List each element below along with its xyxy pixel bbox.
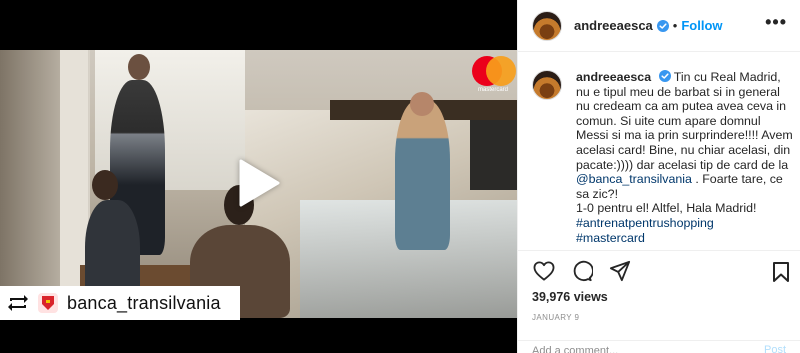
scene-person (395, 100, 450, 250)
view-count[interactable]: 39,976 views (532, 290, 608, 304)
scene-person-head (128, 54, 150, 80)
more-options-button[interactable]: ••• (765, 12, 787, 33)
repost-username: banca_transilvania (67, 292, 221, 313)
mastercard-logo: mastercard (470, 56, 516, 96)
repost-icon (6, 291, 30, 315)
caption-text: 1-0 pentru el! Altfel, Hala Madrid! (576, 201, 757, 216)
post-date[interactable]: JANUARY 9 (532, 313, 579, 322)
play-button[interactable] (231, 155, 287, 211)
verified-badge-icon (656, 19, 669, 32)
post-comment-button[interactable]: Post (764, 340, 786, 353)
comment-input[interactable]: Add a comment... (518, 340, 800, 353)
caption-area: andreeaesca Tin cu Real Madrid, nu e tip… (518, 52, 800, 250)
caption-text: Tin cu Real Madrid, nu e tipul meu de ba… (576, 70, 793, 172)
caption-hashtag[interactable]: #mastercard (576, 231, 645, 245)
follow-button[interactable]: Follow (681, 18, 722, 33)
separator-dot: • (672, 18, 678, 33)
comment-icon (573, 260, 593, 281)
share-icon (609, 260, 631, 281)
mastercard-logo-text: mastercard (477, 87, 508, 93)
post-header: andreeaesca • Follow ••• (518, 0, 800, 52)
avatar[interactable] (532, 70, 562, 100)
comment-button[interactable] (570, 259, 594, 283)
save-button[interactable] (769, 260, 793, 284)
avatar[interactable] (532, 10, 562, 41)
post-caption: andreeaesca Tin cu Real Madrid, nu e tip… (576, 70, 794, 245)
share-button[interactable] (608, 259, 632, 283)
heart-icon (533, 260, 555, 281)
bank-logo-icon (38, 293, 58, 313)
scene-menu-board (470, 120, 517, 190)
caption-mention[interactable]: @banca_transilvania (576, 172, 692, 186)
like-button[interactable] (532, 259, 556, 283)
scene-person-head (92, 170, 118, 200)
bookmark-icon (773, 262, 789, 282)
caption-username[interactable]: andreeaesca (576, 70, 651, 84)
action-bar (518, 250, 800, 290)
author-username[interactable]: andreeaesca (574, 18, 653, 33)
verified-badge-icon (658, 70, 671, 82)
post-video[interactable]: mastercard banca_transilvania (0, 0, 517, 353)
repost-banner: banca_transilvania (0, 286, 240, 320)
post-panel: andreeaesca • Follow ••• andreeaesca Tin… (517, 0, 800, 353)
scene-person-head (410, 92, 434, 116)
play-icon (239, 159, 280, 207)
caption-hashtag[interactable]: #antrenatpentrushopping (576, 216, 714, 230)
